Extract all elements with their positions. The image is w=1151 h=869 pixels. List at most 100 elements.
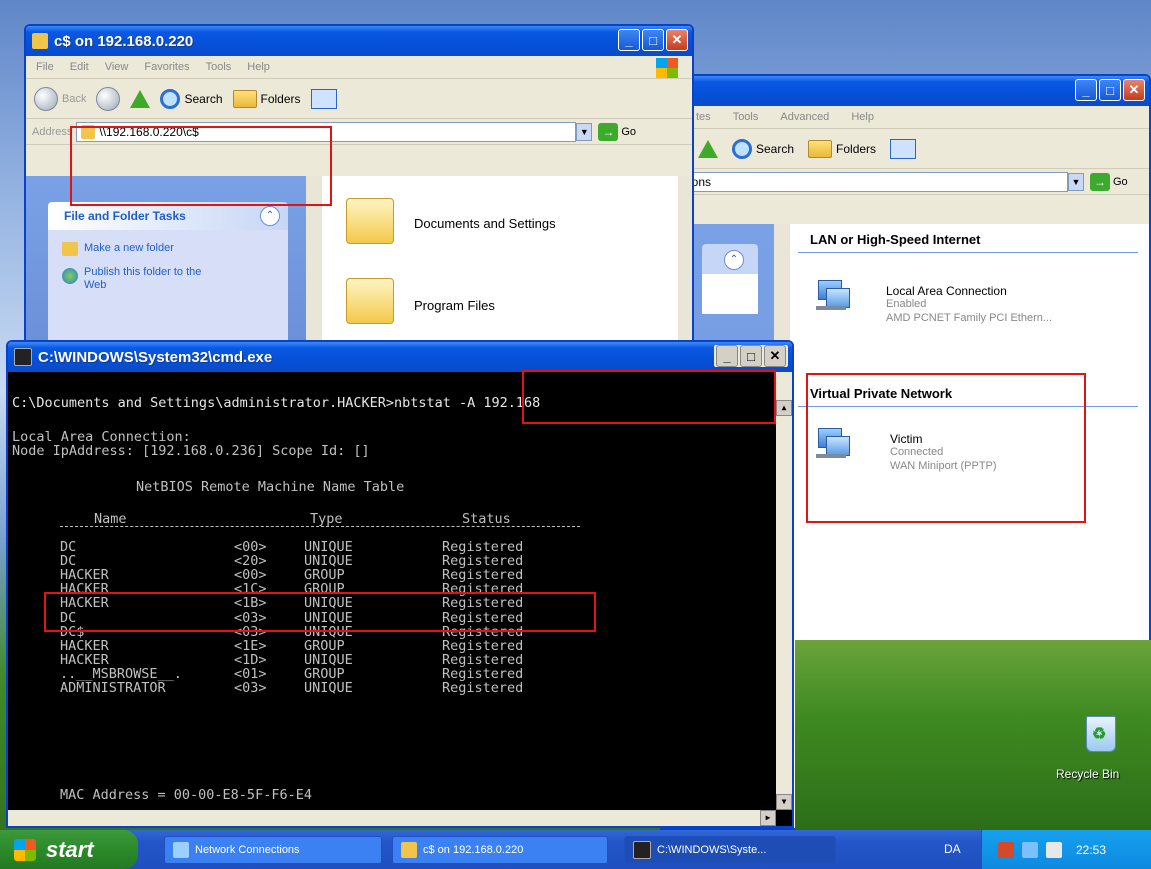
group-1c-highlight-box — [44, 592, 596, 632]
minimize-button[interactable]: _ — [716, 345, 738, 367]
explorer-window-title: c$ on 192.168.0.220 — [54, 32, 194, 50]
table-row-name: ..__MSBROWSE__. — [60, 665, 182, 682]
maximize-button[interactable]: □ — [740, 345, 762, 367]
network-connection-icon — [814, 278, 850, 312]
tasks-title: File and Folder Tasks — [64, 209, 186, 223]
table-row-name: HACKER — [60, 567, 109, 584]
scroll-up-button[interactable]: ▲ — [776, 400, 792, 416]
folder-program-files[interactable]: Program Files — [414, 298, 495, 313]
table-row-status: Registered — [442, 553, 524, 570]
close-button[interactable]: ✕ — [1123, 79, 1145, 101]
minimize-button[interactable]: _ — [1075, 79, 1097, 101]
close-button[interactable]: ✕ — [666, 29, 688, 51]
collapse-chevron-icon[interactable]: ⌃ — [724, 250, 744, 270]
cmd-vertical-scrollbar[interactable]: ▲ ▼ — [776, 372, 792, 810]
network-drive-icon — [32, 33, 48, 49]
scroll-right-button[interactable]: ▶ — [760, 810, 776, 826]
menu-edit[interactable]: Edit — [70, 61, 89, 73]
tray-volume-icon[interactable] — [1046, 841, 1062, 858]
folders-button[interactable]: Folders — [808, 139, 876, 158]
group-header-lan: LAN or High-Speed Internet — [810, 232, 981, 247]
system-tray: 22:53 — [981, 830, 1151, 869]
address-label: Address — [32, 125, 73, 138]
table-row-status: Registered — [442, 651, 524, 668]
search-button[interactable]: Search — [160, 88, 223, 109]
views-button[interactable] — [310, 88, 337, 109]
windows-flag-icon — [14, 838, 36, 861]
file-list-scrollbar[interactable] — [678, 176, 692, 352]
maximize-button[interactable]: □ — [1099, 79, 1121, 101]
cmd-node-line: Node IpAddress: [192.168.0.236] Scope Id… — [12, 443, 370, 459]
folders-button[interactable]: Folders — [232, 89, 301, 108]
col-type-header: Type — [310, 511, 343, 527]
cmd-horizontal-scrollbar[interactable]: ◀ ▶ — [8, 810, 776, 826]
explorer-title-bar[interactable]: c$ on 192.168.0.220 _ □ ✕ — [26, 26, 692, 56]
menu-favorites[interactable]: tes — [696, 111, 711, 123]
tray-shield-icon[interactable] — [998, 841, 1014, 858]
address-dropdown[interactable]: ▼ — [576, 122, 593, 141]
up-folder-icon[interactable] — [698, 139, 718, 158]
taskbar-cmd[interactable]: C:\WINDOWS\Syste... — [624, 836, 836, 864]
local-area-connection-status: Enabled — [886, 298, 927, 310]
table-row-code: <00> — [234, 567, 267, 584]
folder-icon[interactable] — [346, 198, 394, 244]
table-row-type: UNIQUE — [304, 553, 353, 570]
minimize-button[interactable]: _ — [618, 29, 640, 51]
clock[interactable]: 22:53 — [1076, 843, 1106, 857]
group-divider — [798, 252, 1138, 253]
go-arrow-icon: → — [1090, 172, 1110, 191]
table-row-code: <00> — [234, 539, 267, 555]
views-button[interactable] — [890, 138, 917, 159]
local-area-connection-item[interactable] — [814, 278, 850, 312]
recycle-bin-icon[interactable]: ♻ — [1082, 712, 1118, 752]
col-status-header: Status — [462, 511, 511, 527]
network-menu-bar: tes Tools Advanced Help — [662, 106, 1149, 129]
search-icon — [160, 88, 181, 109]
cmd-icon — [633, 841, 651, 859]
address-dropdown[interactable]: ▼ — [1068, 172, 1084, 191]
up-folder-icon[interactable] — [130, 89, 151, 108]
network-go-button[interactable]: → Go — [1090, 172, 1128, 191]
scroll-down-button[interactable]: ▼ — [776, 794, 792, 810]
taskbar-network-connections[interactable]: Network Connections — [164, 836, 382, 864]
folder-icon[interactable] — [346, 278, 394, 324]
maximize-button[interactable]: □ — [642, 29, 664, 51]
close-button[interactable]: ✕ — [764, 345, 786, 367]
new-folder-icon — [62, 242, 78, 256]
language-indicator[interactable]: DA — [944, 842, 961, 856]
menu-help[interactable]: Help — [851, 111, 874, 123]
file-folder-tasks-header[interactable]: File and Folder Tasks ⌃ — [48, 202, 288, 230]
cmd-title-bar[interactable]: C:\WINDOWS\System32\cmd.exe _ □ ✕ — [8, 342, 792, 372]
menu-help[interactable]: Help — [247, 61, 270, 73]
start-button[interactable]: start — [0, 830, 138, 869]
table-row-status: Registered — [442, 567, 524, 584]
network-drive-icon — [401, 842, 417, 858]
publish-web-link[interactable]: Publish this folder to the Web — [84, 266, 214, 292]
collapse-chevron-icon[interactable]: ⌃ — [260, 206, 280, 226]
menu-tools[interactable]: Tools — [206, 61, 232, 73]
cmd-window-title: C:\WINDOWS\System32\cmd.exe — [38, 348, 273, 366]
tasks-body: Make a new folder Publish this folder to… — [48, 230, 288, 352]
recycle-bin-label[interactable]: Recycle Bin — [1056, 767, 1119, 781]
back-button[interactable]: Back — [34, 86, 86, 111]
taskbar-explorer-c[interactable]: c$ on 192.168.0.220 — [392, 836, 608, 864]
folder-icon — [232, 89, 257, 108]
folder-documents-and-settings[interactable]: Documents and Settings — [414, 216, 556, 231]
table-divider — [60, 526, 580, 527]
go-arrow-icon: → — [598, 122, 619, 141]
menu-view[interactable]: View — [105, 61, 129, 73]
menu-file[interactable]: File — [36, 61, 54, 73]
menu-favorites[interactable]: Favorites — [144, 61, 189, 73]
forward-button[interactable] — [96, 86, 121, 111]
tray-network-icon[interactable] — [1022, 841, 1038, 858]
network-title-bar[interactable]: ns _ □ ✕ — [662, 76, 1149, 106]
search-button[interactable]: Search — [732, 138, 794, 159]
table-row-code: <03> — [234, 680, 267, 696]
menu-advanced[interactable]: Advanced — [780, 111, 829, 123]
table-row-code: <20> — [234, 553, 267, 570]
command-highlight-box — [522, 370, 776, 424]
network-address-field[interactable]: ections — [668, 171, 1068, 192]
explorer-go-button[interactable]: → Go — [598, 122, 636, 141]
menu-tools[interactable]: Tools — [733, 111, 759, 123]
make-new-folder-link[interactable]: Make a new folder — [84, 242, 174, 254]
